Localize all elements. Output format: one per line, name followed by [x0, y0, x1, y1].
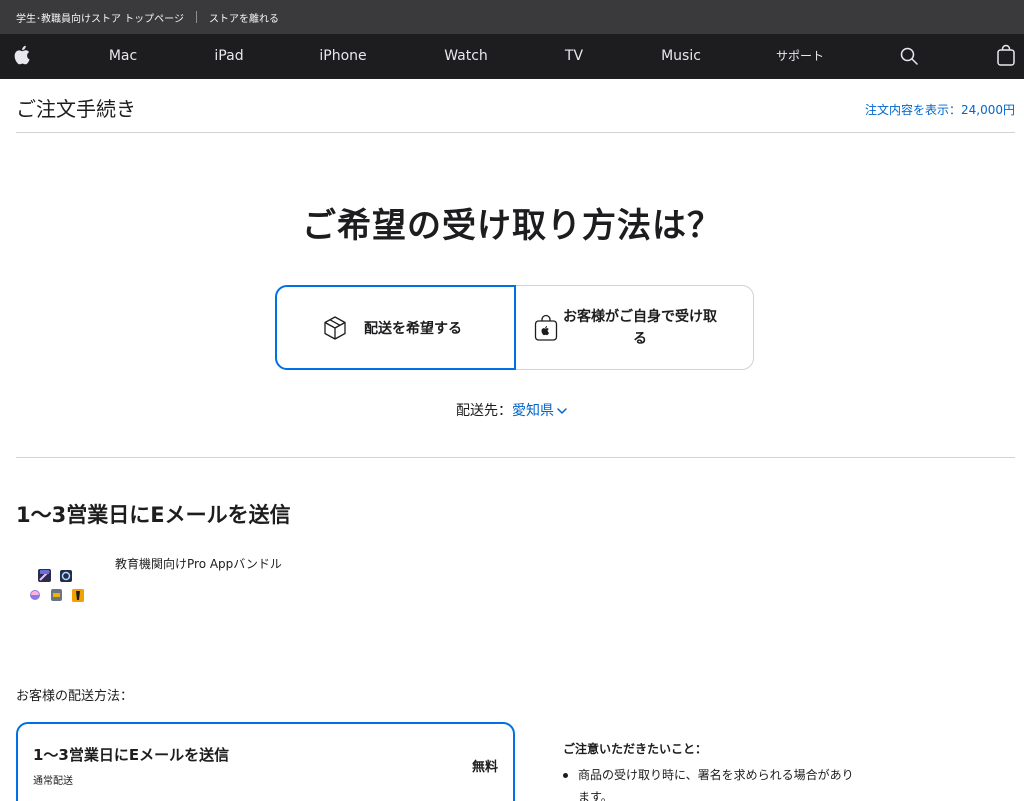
nav-item-mac[interactable]: Mac — [109, 34, 137, 79]
mainstage-icon — [72, 589, 84, 602]
ship-option[interactable]: 配送を希望する — [275, 285, 516, 370]
nav-item-tv[interactable]: TV — [565, 34, 583, 79]
shipping-method-option[interactable]: 1〜3営業日にEメールを送信 通常配送 無料 — [16, 722, 515, 801]
notes-list: 商品の受け取り時に、署名を求められる場合があります。 — [563, 764, 863, 801]
delivery-question-heading: ご希望の受け取り方法は？ — [302, 206, 722, 246]
section-divider — [16, 457, 1015, 458]
shipping-method-subtitle: 通常配送 — [33, 776, 73, 787]
apple-logo-icon[interactable] — [14, 45, 31, 69]
compressor-icon — [51, 589, 62, 601]
order-summary-link[interactable]: 注文内容を表示：24,000円 — [865, 101, 1015, 118]
search-icon[interactable] — [900, 47, 918, 69]
shopping-bag-icon[interactable] — [997, 44, 1015, 70]
box-icon — [322, 315, 348, 341]
product-name: 教育機関向けPro Appバンドル — [115, 557, 282, 571]
nav-item-iphone[interactable]: iPhone — [319, 34, 366, 79]
destination-value-link[interactable]: 愛知県 — [512, 403, 554, 419]
utility-separator — [195, 11, 197, 23]
destination-label: 配送先： — [456, 403, 512, 419]
utility-bar: 学生･教職員向けストア トップページ ストアを離れる — [0, 0, 1024, 34]
leave-store-link[interactable]: ストアを離れる — [209, 10, 279, 25]
global-nav: Mac iPad iPhone Watch TV Music サポート — [0, 34, 1024, 79]
shipping-method-label: お客様の配送方法： — [16, 689, 134, 704]
chevron-down-icon[interactable] — [556, 403, 568, 419]
motion-icon — [60, 570, 72, 582]
delivery-options: 配送を希望する お客様がご自身で受け取る — [275, 285, 754, 370]
notes-heading: ご注意いただきたいこと： — [563, 742, 708, 756]
nav-item-music[interactable]: Music — [661, 34, 701, 79]
apple-store-bag-icon — [534, 314, 558, 342]
shipping-method-price: 無料 — [471, 760, 498, 775]
pickup-option-label: お客様がご自身で受け取る — [563, 308, 717, 347]
ship-option-label: 配送を希望する — [364, 320, 462, 337]
shipping-method-title: 1〜3営業日にEメールを送信 — [33, 746, 230, 764]
final-cut-pro-icon — [38, 569, 51, 582]
nav-item-watch[interactable]: Watch — [444, 34, 488, 79]
pickup-option[interactable]: お客様がご自身で受け取る — [514, 285, 754, 370]
nav-item-support[interactable]: サポート — [776, 34, 824, 79]
nav-item-ipad[interactable]: iPad — [214, 34, 243, 79]
destination-row: 配送先：愛知県 — [0, 400, 1024, 420]
pro-apps-bundle-icons — [24, 560, 90, 608]
notes-item: 商品の受け取り時に、署名を求められる場合があります。 — [563, 764, 863, 801]
store-top-link[interactable]: 学生･教職員向けストア トップページ — [16, 10, 184, 25]
checkout-header: ご注文手続き 注文内容を表示：24,000円 — [16, 79, 1015, 133]
shipment-heading: 1〜3営業日にEメールを送信 — [16, 503, 291, 527]
logic-pro-icon — [30, 590, 40, 600]
checkout-title: ご注文手続き — [16, 97, 136, 121]
